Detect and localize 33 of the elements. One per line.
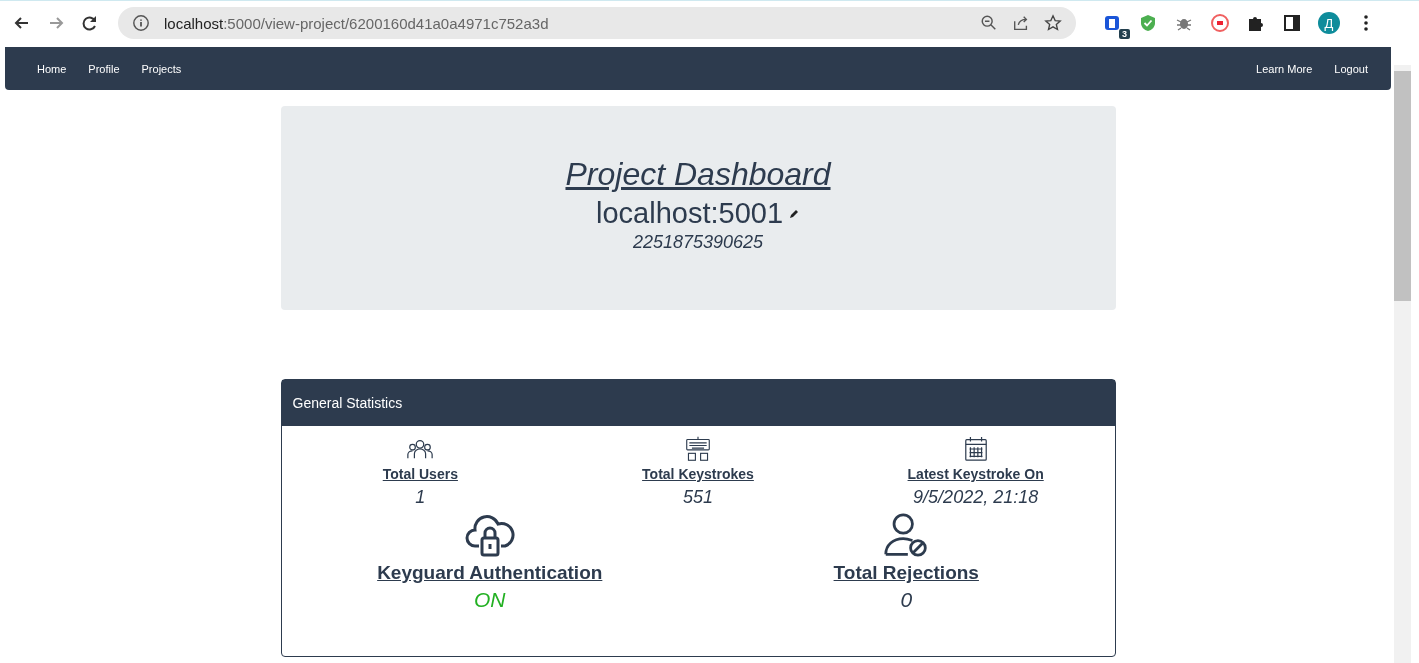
stat-label[interactable]: Latest Keystroke On: [907, 466, 1044, 482]
check-shield-icon[interactable]: [1138, 13, 1158, 33]
project-name: localhost:5001: [596, 197, 783, 230]
stat-label[interactable]: Keyguard Authentication: [377, 562, 603, 584]
side-panel-icon[interactable]: [1282, 13, 1302, 33]
stat-label[interactable]: Total Keystrokes: [642, 466, 754, 482]
nav-link[interactable]: Logout: [1323, 62, 1379, 75]
stat-label[interactable]: Total Rejections: [833, 562, 979, 584]
stat-value: ON: [474, 588, 506, 612]
extension-badge: 3: [1119, 29, 1130, 39]
star-icon[interactable]: [1044, 14, 1062, 32]
stat-value: 9/5/2022, 21:18: [913, 487, 1039, 508]
stat-value: 551: [682, 487, 713, 508]
nav-link[interactable]: Learn More: [1245, 62, 1324, 75]
stat-label[interactable]: Total Users: [382, 466, 458, 482]
stat-value: 1: [415, 487, 426, 508]
scrollbar[interactable]: [1394, 65, 1411, 663]
page-title: Project Dashboard: [565, 156, 831, 193]
edit-icon[interactable]: [788, 207, 800, 220]
share-icon[interactable]: [1012, 14, 1030, 32]
address-field[interactable]: localhost:5000/view-project/6200160d41a0a4971c752a3d: [118, 7, 1076, 39]
profile-avatar[interactable]: Д: [1318, 12, 1340, 34]
stat-value: 0: [900, 588, 913, 612]
zoom-icon[interactable]: [980, 14, 998, 32]
card-title: General Statistics: [292, 395, 403, 411]
nav-link[interactable]: Profile: [77, 62, 131, 75]
record-icon[interactable]: [1210, 13, 1230, 33]
cloud-lock-icon: [464, 512, 515, 558]
nav-link[interactable]: Home: [26, 62, 78, 75]
project-id: 2251875390625: [632, 232, 764, 253]
keyboard-icon: [684, 436, 712, 462]
info-icon[interactable]: [132, 14, 150, 32]
nav-link[interactable]: Projects: [130, 62, 193, 75]
